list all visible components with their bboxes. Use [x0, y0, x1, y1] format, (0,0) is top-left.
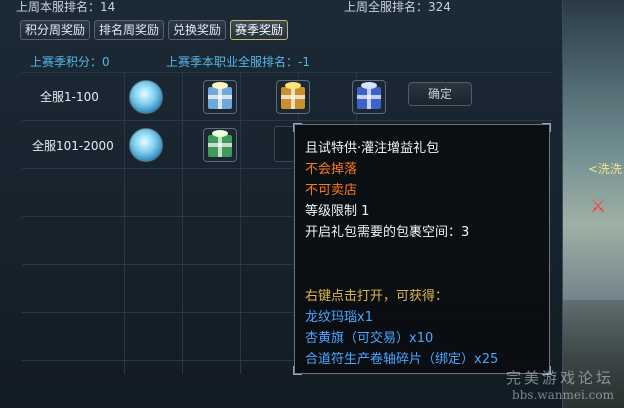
- last-week-server-rank: 上周本服排名：14: [16, 0, 116, 14]
- item-tooltip: 且试特供·灌注增益礼包 不会掉落 不可卖店 等级限制 1 开启礼包需要的包裹空间…: [293, 123, 551, 375]
- grid-divider: [182, 72, 183, 374]
- forum-watermark: 完美游戏论坛 bbs.wanmei.com: [506, 367, 614, 402]
- sword-icon: ⚔: [590, 196, 607, 217]
- grid-divider: [124, 72, 125, 374]
- last-week-all-rank: 上周全服排名：324: [344, 0, 451, 14]
- reward-orb-icon[interactable]: [129, 128, 163, 162]
- tooltip-level-limit: 等级限制 1: [305, 204, 370, 219]
- tooltip-reward-item: 杏黄旗（可交易）x10: [305, 331, 434, 346]
- confirm-button[interactable]: 确定: [408, 82, 472, 106]
- tooltip-reward-item: 合道符生产卷轴碎片（绑定）x25: [305, 352, 499, 367]
- tooltip-reward-item: 龙纹玛瑙x1: [305, 310, 373, 325]
- row-label-top100: 全服1-100: [40, 90, 99, 104]
- season-reward-panel: 上周本服排名：14 上周全服排名：324 积分周奖励 排名周奖励 兑换奖励 赛季…: [0, 0, 563, 408]
- tooltip-open-hint: 右键点击打开，可获得：: [305, 289, 449, 304]
- gold-gift-box-icon[interactable]: [276, 80, 310, 114]
- watermark-url: bbs.wanmei.com: [512, 388, 614, 402]
- tab-rank-weekly[interactable]: 排名周奖励: [94, 20, 165, 40]
- green-gift-box-icon[interactable]: [203, 128, 237, 162]
- blue-gift-box-icon[interactable]: [352, 80, 386, 114]
- reward-tabs: 积分周奖励 排名周奖励 兑换奖励 赛季奖励: [20, 20, 289, 40]
- npc-label: <洗洗: [588, 162, 623, 176]
- grid-divider: [240, 72, 241, 374]
- tooltip-bag-space: 开启礼包需要的包裹空间：3: [305, 225, 470, 240]
- last-season-points: 上赛季积分：0: [30, 55, 110, 69]
- tooltip-no-sell: 不可卖店: [305, 183, 358, 198]
- grid-divider: [22, 72, 552, 73]
- grid-divider: [22, 120, 552, 121]
- tab-season-reward[interactable]: 赛季奖励: [230, 20, 289, 40]
- gift-box-icon[interactable]: [203, 80, 237, 114]
- game-background: <洗洗 ⚔: [560, 0, 624, 408]
- watermark-title: 完美游戏论坛: [505, 369, 614, 387]
- tooltip-corner: [542, 123, 551, 132]
- last-season-class-rank: 上赛季本职业全服排名：-1: [166, 55, 310, 69]
- tooltip-no-drop: 不会掉落: [305, 162, 358, 177]
- reward-orb-icon[interactable]: [129, 80, 163, 114]
- tooltip-title: 且试特供·灌注增益礼包: [305, 141, 440, 156]
- tab-points-weekly[interactable]: 积分周奖励: [20, 20, 91, 40]
- tooltip-corner: [293, 123, 302, 132]
- tooltip-corner: [293, 366, 302, 375]
- tab-exchange[interactable]: 兑换奖励: [168, 20, 227, 40]
- row-label-101-2000: 全服101-2000: [32, 139, 114, 153]
